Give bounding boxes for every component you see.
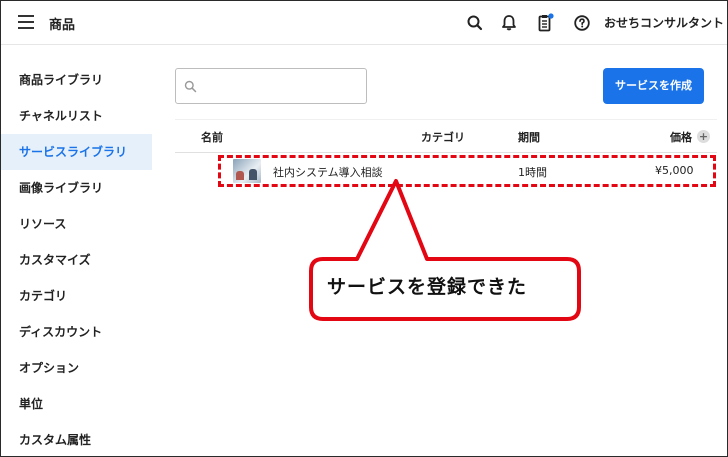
sidebar-item-resources[interactable]: リソース [1, 206, 152, 242]
page-title: 商品 [49, 18, 76, 33]
add-column-button[interactable]: + [697, 130, 710, 143]
help-icon[interactable] [572, 13, 592, 33]
sidebar-item-custom-attributes[interactable]: カスタム属性 [1, 422, 152, 456]
highlight-dashed-box [218, 155, 716, 187]
notification-dot [548, 13, 554, 19]
column-header-duration[interactable]: 期間 [518, 129, 540, 145]
column-header-category[interactable]: カテゴリ [421, 129, 465, 145]
sidebar-item-service-library[interactable]: サービスライブラリ [1, 134, 152, 170]
sidebar-item-options[interactable]: オプション [1, 350, 152, 386]
clipboard-icon[interactable] [535, 13, 555, 33]
table-header: 名前 カテゴリ 期間 価格 + [175, 119, 717, 153]
search-field[interactable] [175, 68, 367, 104]
callout-text: サービスを登録できた [327, 276, 528, 298]
top-bar: 商品 おせちコンサルタント [1, 1, 727, 45]
sidebar-item-customize[interactable]: カスタマイズ [1, 242, 152, 278]
create-service-button[interactable]: サービスを作成 [603, 68, 704, 104]
app-window: 商品 おせちコンサルタント 商品ライブラリ チャネルリスト サービスライブラリ … [0, 0, 728, 457]
sidebar-item-image-library[interactable]: 画像ライブラリ [1, 170, 152, 206]
sidebar-item-units[interactable]: 単位 [1, 386, 152, 422]
column-header-name[interactable]: 名前 [201, 129, 223, 145]
sidebar-item-categories[interactable]: カテゴリ [1, 278, 152, 314]
menu-icon[interactable] [18, 15, 34, 29]
search-icon [184, 80, 197, 93]
search-icon[interactable] [465, 13, 485, 33]
sidebar-item-discounts[interactable]: ディスカウント [1, 314, 152, 350]
sidebar-item-channel-list[interactable]: チャネルリスト [1, 98, 152, 134]
column-header-price[interactable]: 価格 [670, 129, 692, 145]
sidebar-item-product-library[interactable]: 商品ライブラリ [1, 62, 152, 98]
bell-icon[interactable] [499, 13, 519, 33]
search-input[interactable] [202, 75, 362, 97]
sidebar: 商品ライブラリ チャネルリスト サービスライブラリ 画像ライブラリ リソース カ… [1, 45, 152, 456]
user-name[interactable]: おせちコンサルタント [604, 14, 724, 31]
